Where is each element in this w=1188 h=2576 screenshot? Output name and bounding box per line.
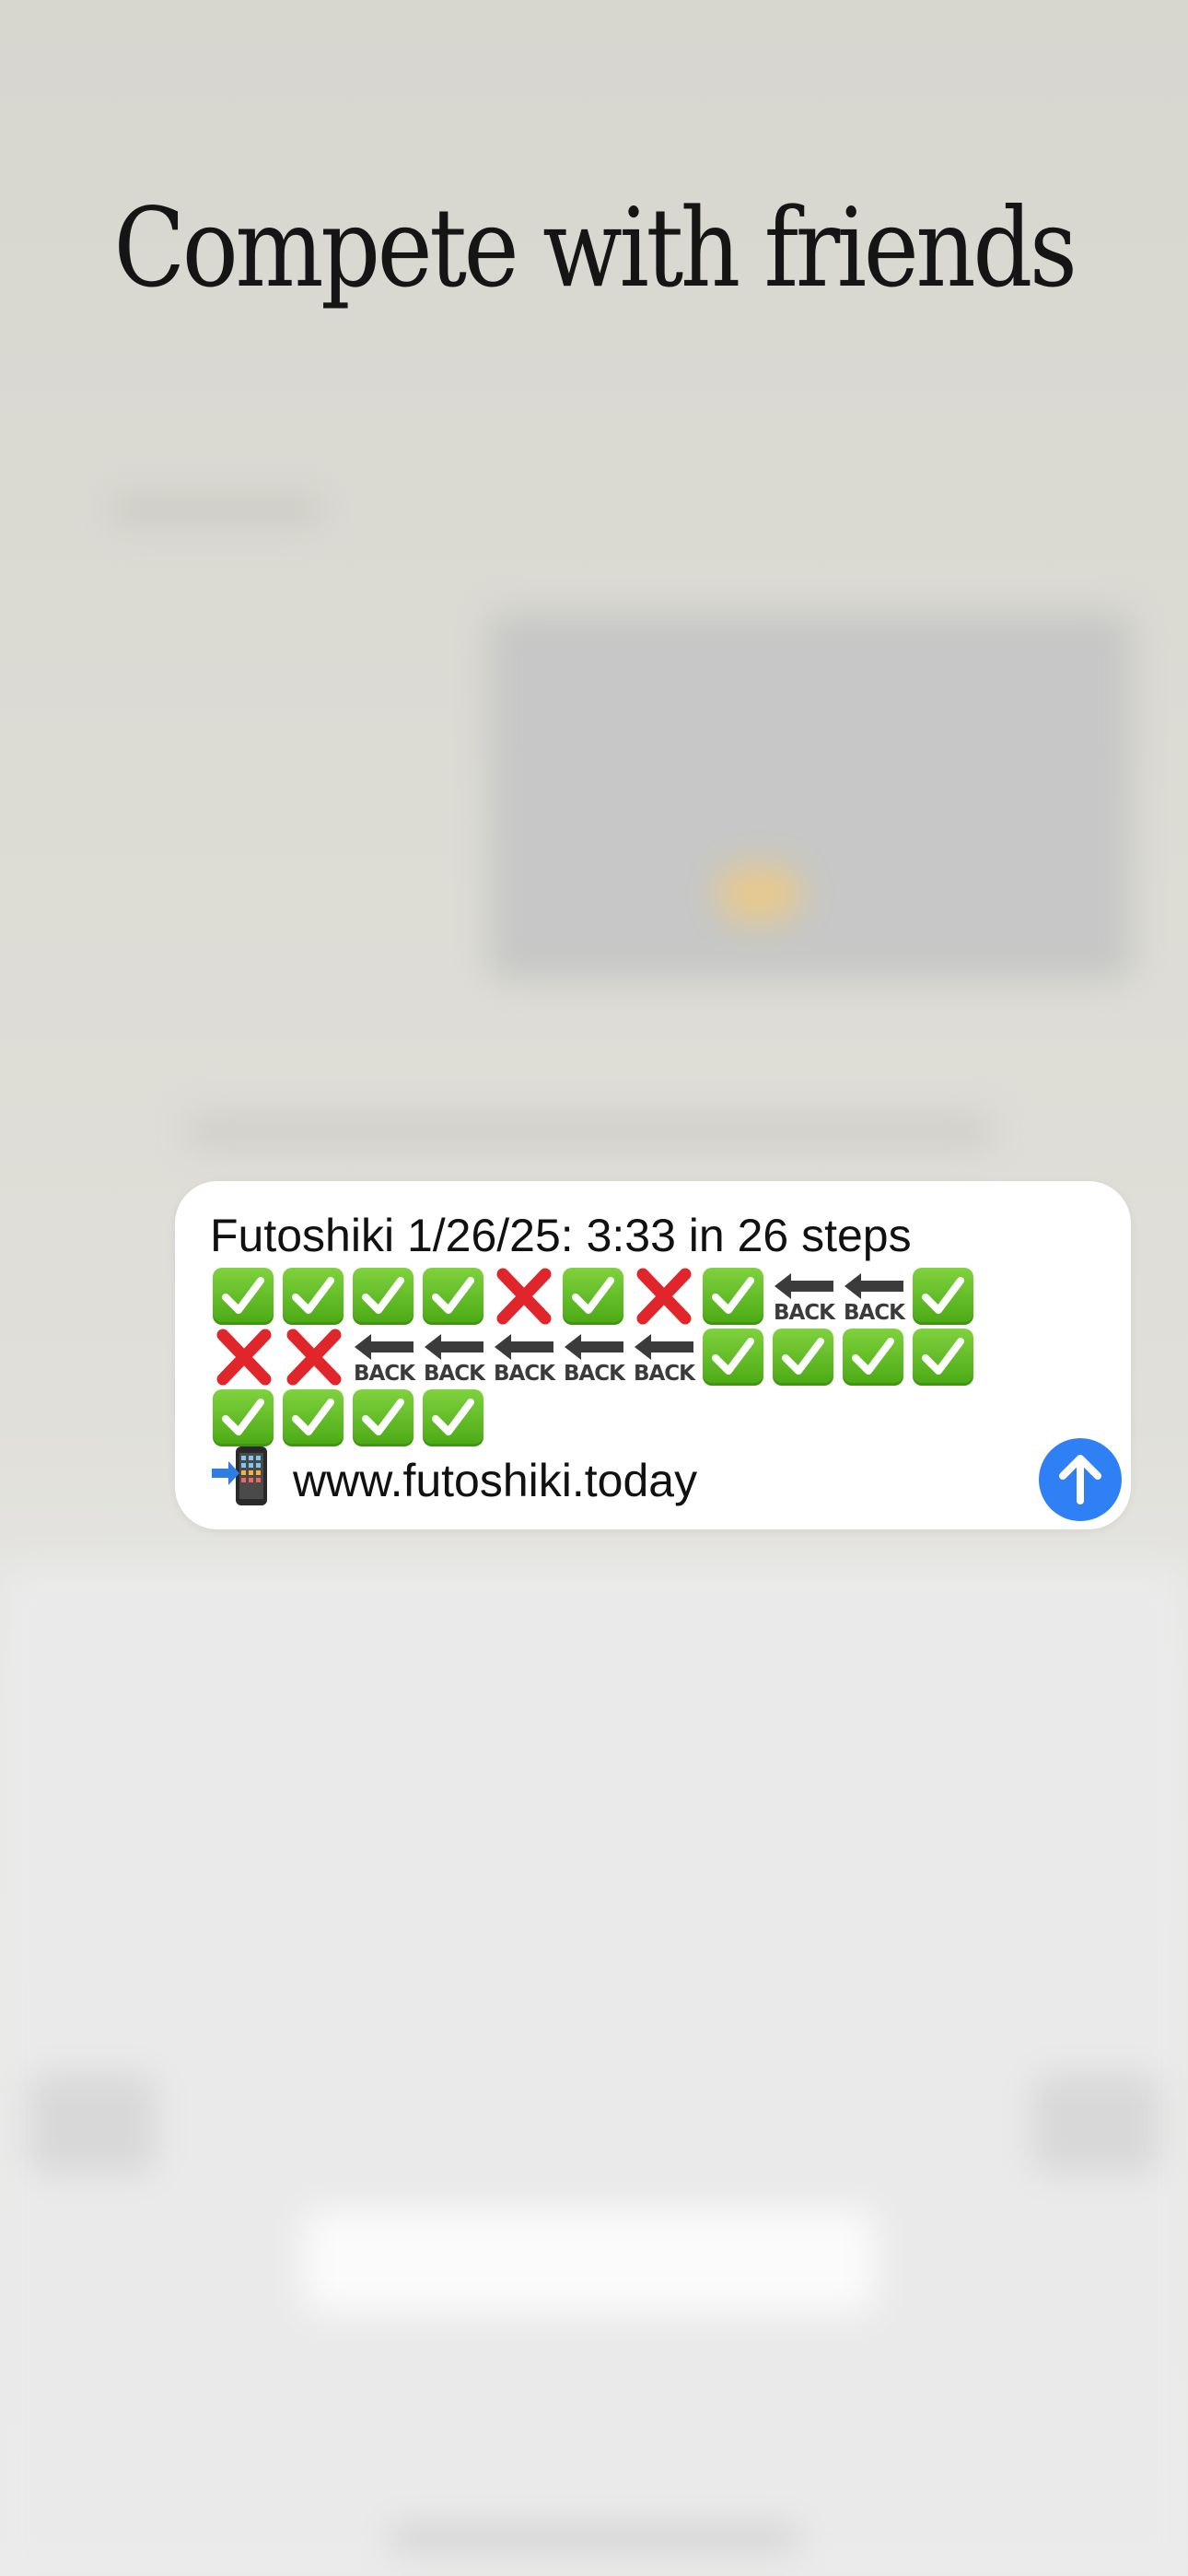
check-mark-icon — [280, 1388, 350, 1448]
check-mark-icon — [350, 1388, 420, 1448]
back-arrow-icon: BACK — [420, 1327, 490, 1388]
emoji-row: BACK BACK — [210, 1266, 980, 1327]
emoji-row: BACK BACK BACK BACK BACK — [210, 1327, 980, 1388]
check-mark-icon — [210, 1266, 280, 1327]
back-arrow-icon: BACK — [770, 1266, 840, 1327]
emoji-row — [210, 1388, 980, 1448]
check-mark-icon — [700, 1327, 770, 1388]
back-label: BACK — [633, 1362, 695, 1386]
check-mark-icon — [840, 1327, 910, 1388]
url-text[interactable]: www.futoshiki.today — [293, 1454, 697, 1507]
result-emoji-grid: BACK BACK BACK BACK BACK BACK BACK — [210, 1266, 980, 1448]
arrow-up-icon — [1059, 1455, 1101, 1505]
check-mark-icon — [560, 1266, 630, 1327]
check-mark-icon — [280, 1266, 350, 1327]
mobile-phone-arrow-icon — [210, 1445, 274, 1509]
back-label: BACK — [773, 1301, 835, 1325]
check-mark-icon — [350, 1266, 420, 1327]
check-mark-icon — [770, 1327, 840, 1388]
back-label: BACK — [563, 1362, 625, 1386]
send-button[interactable] — [1039, 1438, 1122, 1521]
check-mark-icon — [700, 1266, 770, 1327]
cross-mark-icon — [630, 1266, 700, 1327]
cross-mark-icon — [490, 1266, 560, 1327]
back-arrow-icon: BACK — [560, 1327, 630, 1388]
check-mark-icon — [910, 1327, 980, 1388]
back-arrow-icon: BACK — [490, 1327, 560, 1388]
check-mark-icon — [420, 1266, 490, 1327]
cross-mark-icon — [210, 1327, 280, 1388]
back-label: BACK — [353, 1362, 415, 1386]
back-label: BACK — [493, 1362, 555, 1386]
cross-mark-icon — [280, 1327, 350, 1388]
back-label: BACK — [423, 1362, 485, 1386]
back-arrow-icon: BACK — [840, 1266, 910, 1327]
back-label: BACK — [843, 1301, 905, 1325]
check-mark-icon — [210, 1388, 280, 1448]
check-mark-icon — [420, 1388, 490, 1448]
message-bubble: Futoshiki 1/26/25: 3:33 in 26 steps BACK… — [175, 1181, 1131, 1529]
message-summary: Futoshiki 1/26/25: 3:33 in 26 steps — [210, 1210, 912, 1261]
back-arrow-icon: BACK — [350, 1327, 420, 1388]
back-arrow-icon: BACK — [630, 1327, 700, 1388]
headline: Compete with friends — [113, 184, 1077, 311]
check-mark-icon — [910, 1266, 980, 1327]
